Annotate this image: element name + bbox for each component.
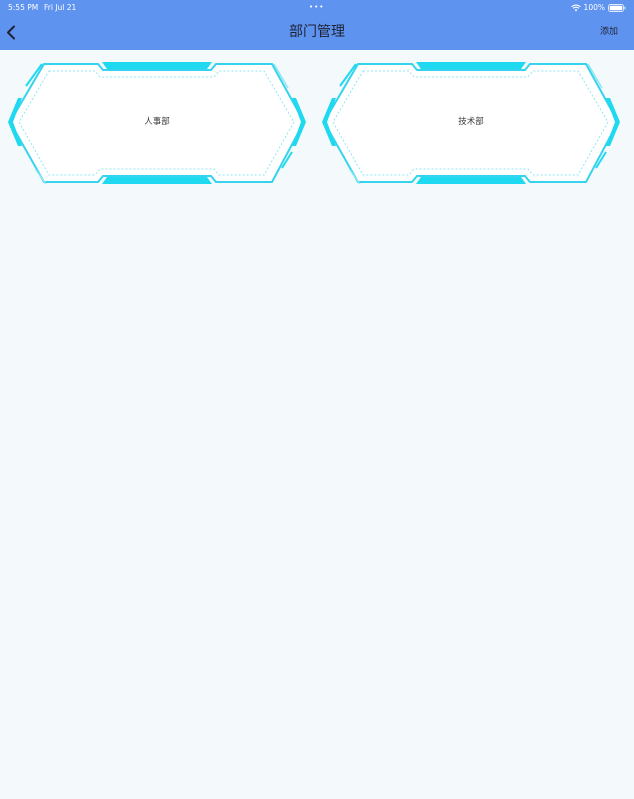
page-title: 部门管理: [289, 24, 345, 40]
back-button[interactable]: [0, 15, 30, 50]
chevron-left-icon: [7, 25, 15, 40]
status-time: 5:55 PM: [8, 3, 39, 12]
department-name: 人事部: [144, 117, 170, 127]
status-indicators: 100%: [570, 2, 626, 13]
battery-percentage: 100%: [583, 3, 605, 12]
department-card[interactable]: 人事部: [6, 60, 308, 186]
department-name: 技术部: [458, 117, 484, 127]
wifi-icon: [570, 4, 581, 12]
department-card[interactable]: 技术部: [320, 60, 622, 186]
add-department-button[interactable]: 添加: [600, 15, 618, 50]
battery-icon: [608, 3, 626, 12]
status-bar: 5:55 PM Fri Jul 21 ••• 100%: [0, 0, 634, 15]
multitasking-dots[interactable]: •••: [309, 3, 324, 11]
status-date: Fri Jul 21: [44, 3, 77, 12]
navigation-bar: 部门管理 添加: [0, 15, 634, 50]
app-header: 5:55 PM Fri Jul 21 ••• 100% 部门管理 添加: [0, 0, 634, 50]
